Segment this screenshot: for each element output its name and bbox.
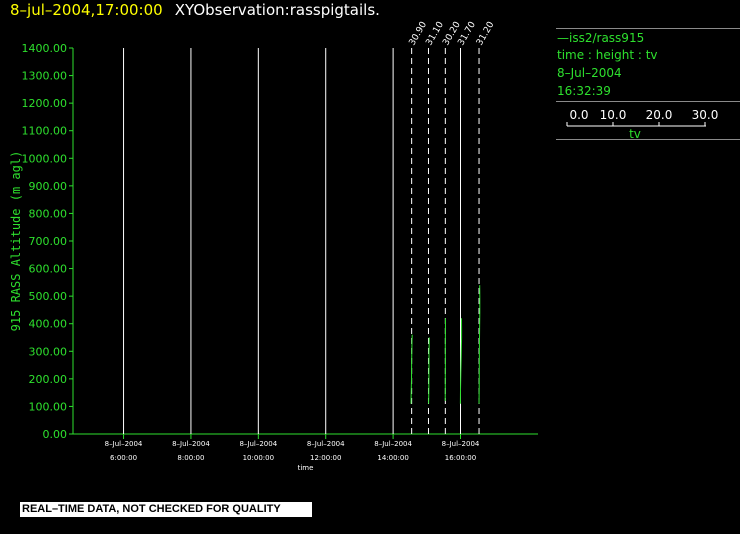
legend-date: 8–Jul–2004 bbox=[557, 66, 622, 80]
y-axis-label: 915 RASS Altitude (m agl) bbox=[9, 151, 23, 332]
y-tick-label: 1200.00 bbox=[22, 97, 68, 110]
y-tick-label: 1300.00 bbox=[22, 70, 68, 83]
legend-variables: time : height : tv bbox=[557, 48, 658, 62]
y-tick-label: 900.00 bbox=[29, 180, 68, 193]
y-tick-label: 0.00 bbox=[43, 428, 68, 441]
legend-scale-tick-3: 30.0 bbox=[692, 108, 719, 122]
x-tick-date: 8–Jul–2004 bbox=[172, 440, 210, 448]
y-tick-label: 400.00 bbox=[29, 318, 68, 331]
y-tick-label: 100.00 bbox=[29, 400, 68, 413]
legend-time: 16:32:39 bbox=[557, 84, 611, 98]
y-tick-label: 300.00 bbox=[29, 345, 68, 358]
legend: —iss2/rass915 time : height : tv 8–Jul–2… bbox=[556, 28, 740, 148]
profile-label: 31.20 bbox=[475, 20, 497, 48]
x-tick-time: 16:00:00 bbox=[445, 454, 476, 462]
x-tick-time: 8:00:00 bbox=[177, 454, 204, 462]
legend-divider-top bbox=[556, 28, 740, 29]
x-tick-date: 8–Jul–2004 bbox=[374, 440, 412, 448]
x-tick-date: 8–Jul–2004 bbox=[307, 440, 345, 448]
x-tick-date: 8–Jul–2004 bbox=[442, 440, 480, 448]
legend-scale-tick-2: 20.0 bbox=[646, 108, 673, 122]
y-tick-label: 200.00 bbox=[29, 373, 68, 386]
x-tick-time: 12:00:00 bbox=[310, 454, 341, 462]
tv-profile-trace bbox=[428, 337, 430, 404]
legend-station: —iss2/rass915 bbox=[557, 31, 645, 45]
y-tick-label: 600.00 bbox=[29, 263, 68, 276]
x-tick-time: 6:00:00 bbox=[110, 454, 137, 462]
y-tick-label: 1000.00 bbox=[22, 152, 68, 165]
y-tick-label: 1100.00 bbox=[22, 125, 68, 138]
x-tick-date: 8–Jul–2004 bbox=[239, 440, 277, 448]
x-axis-label: time bbox=[298, 464, 314, 472]
legend-scale-tick-0: 0.0 bbox=[569, 108, 588, 122]
legend-divider-bottom bbox=[556, 139, 740, 140]
y-tick-label: 700.00 bbox=[29, 235, 68, 248]
y-tick-label: 500.00 bbox=[29, 290, 68, 303]
y-tick-label: 1400.00 bbox=[22, 42, 68, 55]
x-tick-time: 10:00:00 bbox=[243, 454, 274, 462]
x-tick-time: 14:00:00 bbox=[377, 454, 408, 462]
y-tick-label: 800.00 bbox=[29, 207, 68, 220]
legend-scale-tick-1: 10.0 bbox=[600, 108, 627, 122]
quality-warning: REAL–TIME DATA, NOT CHECKED FOR QUALITY bbox=[20, 502, 312, 517]
x-tick-date: 8–Jul–2004 bbox=[105, 440, 143, 448]
